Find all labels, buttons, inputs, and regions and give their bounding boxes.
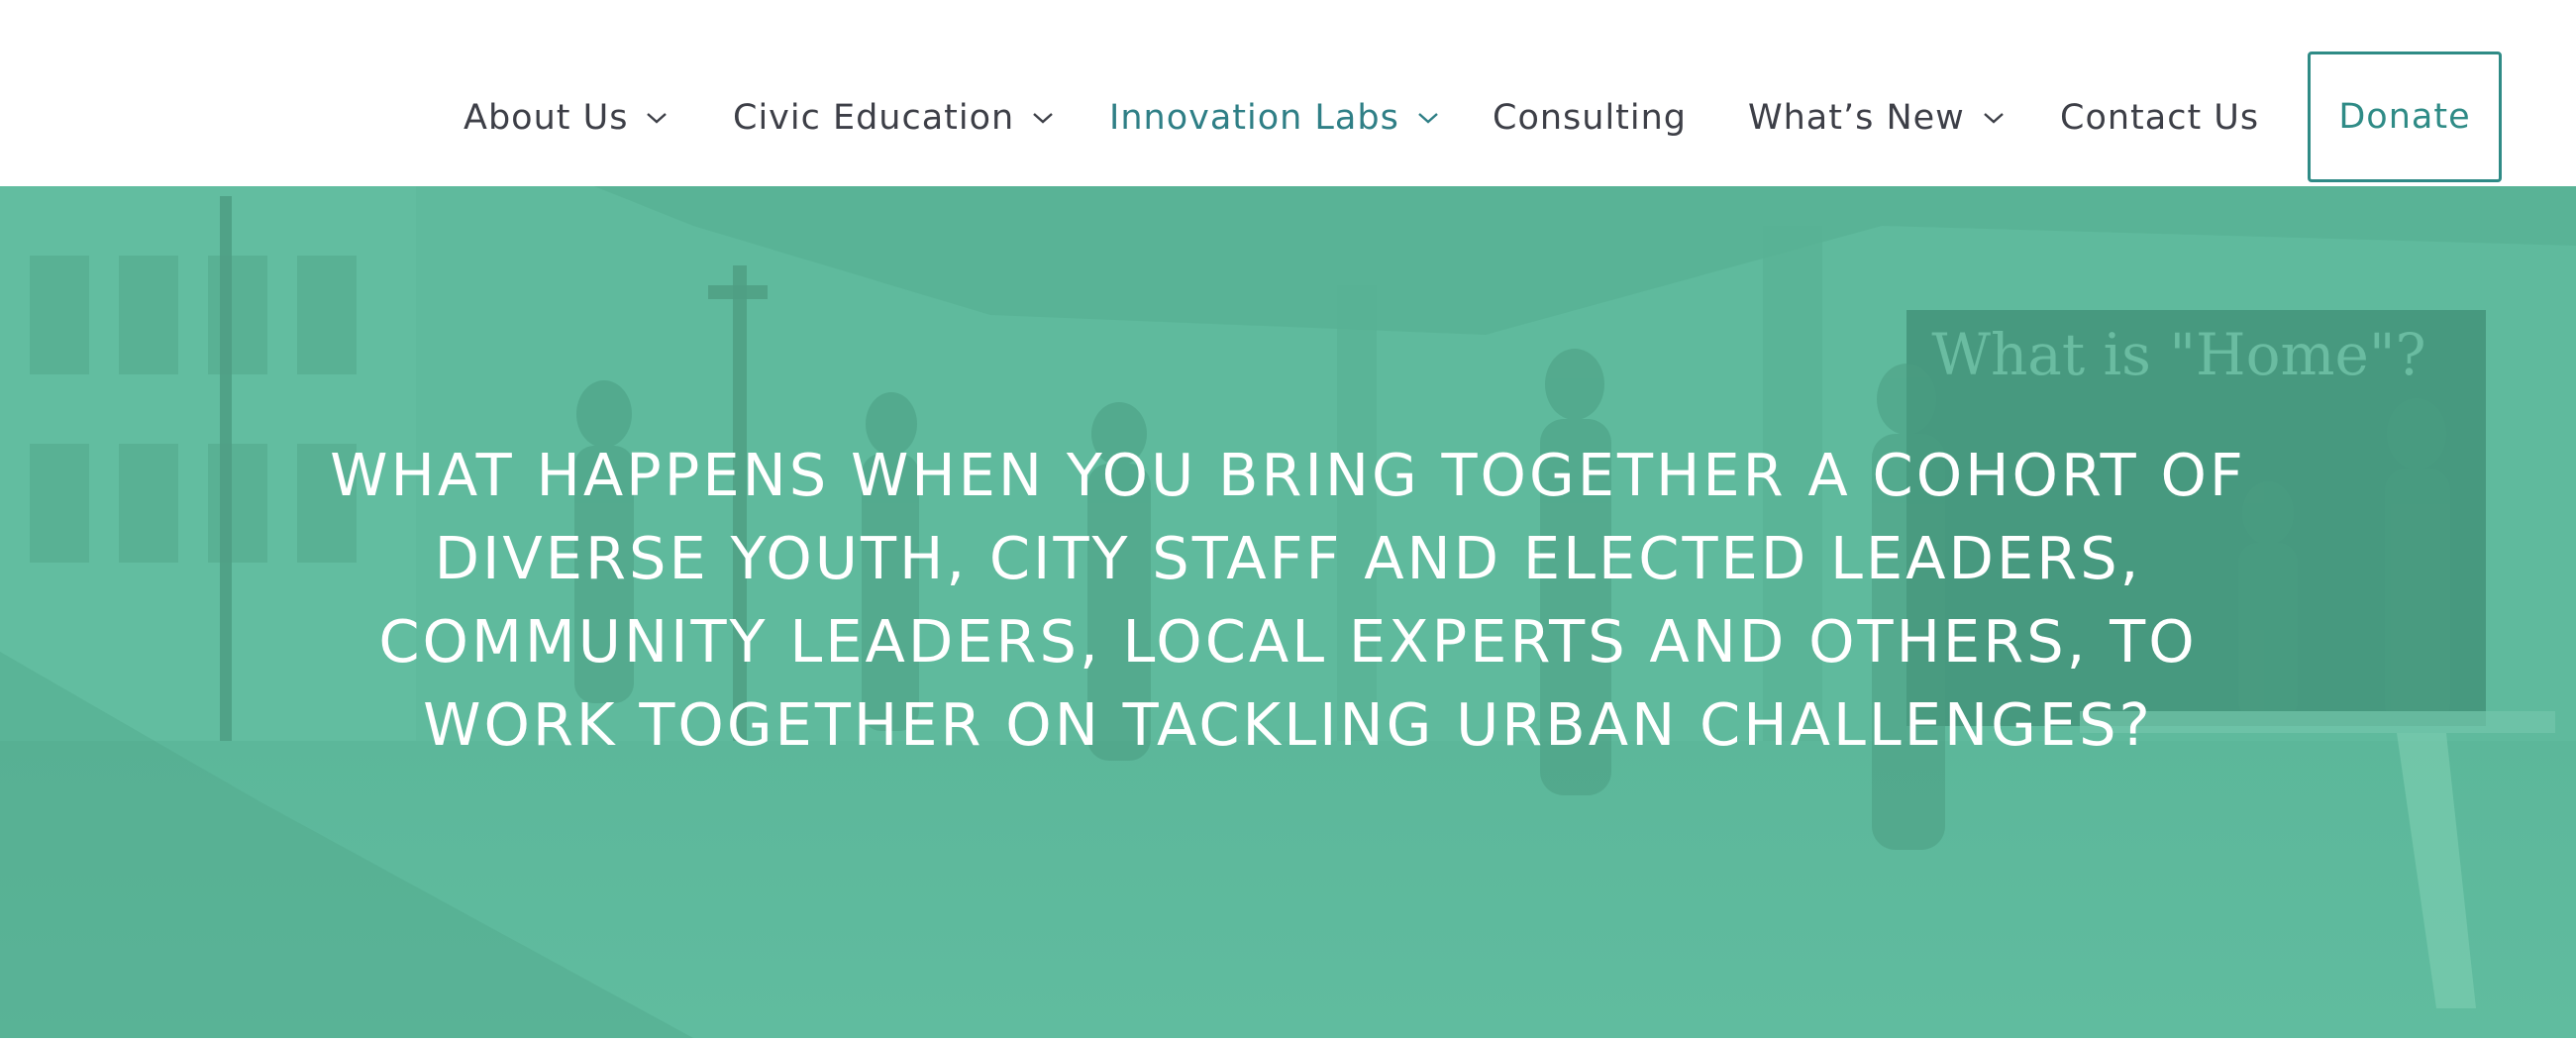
chalkboard-text: What is "Home"? — [1931, 321, 2425, 388]
nav-item-consulting[interactable]: Consulting — [1493, 92, 1687, 144]
site-header: About Us Civic Education Innovation Labs… — [0, 0, 2576, 186]
hero-headline-line: COMMUNITY LEADERS, LOCAL EXPERTS AND OTH… — [378, 607, 2198, 676]
hero-headline-line: WHAT HAPPENS WHEN YOU BRING TOGETHER A C… — [330, 441, 2246, 509]
nav-item-innovation-labs[interactable]: Innovation Labs — [1109, 92, 1439, 144]
hero-headline: WHAT HAPPENS WHEN YOU BRING TOGETHER A C… — [258, 434, 2318, 767]
hero-headline-line: WORK TOGETHER ON TACKLING URBAN CHALLENG… — [423, 690, 2153, 759]
chevron-down-icon — [1417, 111, 1439, 125]
hero-headline-line: DIVERSE YOUTH, CITY STAFF AND ELECTED LE… — [434, 524, 2142, 592]
hero-banner: What is "Home"? WHAT HAPPENS WHEN YOU BR… — [0, 186, 2576, 1038]
nav-item-label: Innovation Labs — [1109, 98, 1399, 138]
nav-item-about-us[interactable]: About Us — [464, 92, 668, 144]
main-nav: About Us Civic Education Innovation Labs… — [0, 0, 2576, 186]
chevron-down-icon — [646, 111, 668, 125]
chevron-down-icon — [1032, 111, 1054, 125]
chevron-down-icon — [1983, 111, 2005, 125]
nav-item-label: Civic Education — [733, 98, 1015, 138]
nav-item-label: Contact Us — [2060, 98, 2260, 138]
nav-item-label: What’s New — [1748, 98, 1965, 138]
nav-item-label: Consulting — [1493, 98, 1688, 138]
donate-button[interactable]: Donate — [2308, 52, 2502, 182]
nav-item-label: About Us — [464, 98, 629, 138]
nav-item-contact-us[interactable]: Contact Us — [2060, 92, 2259, 144]
nav-item-civic-education[interactable]: Civic Education — [733, 92, 1054, 144]
nav-item-whats-new[interactable]: What’s New — [1748, 92, 2005, 144]
